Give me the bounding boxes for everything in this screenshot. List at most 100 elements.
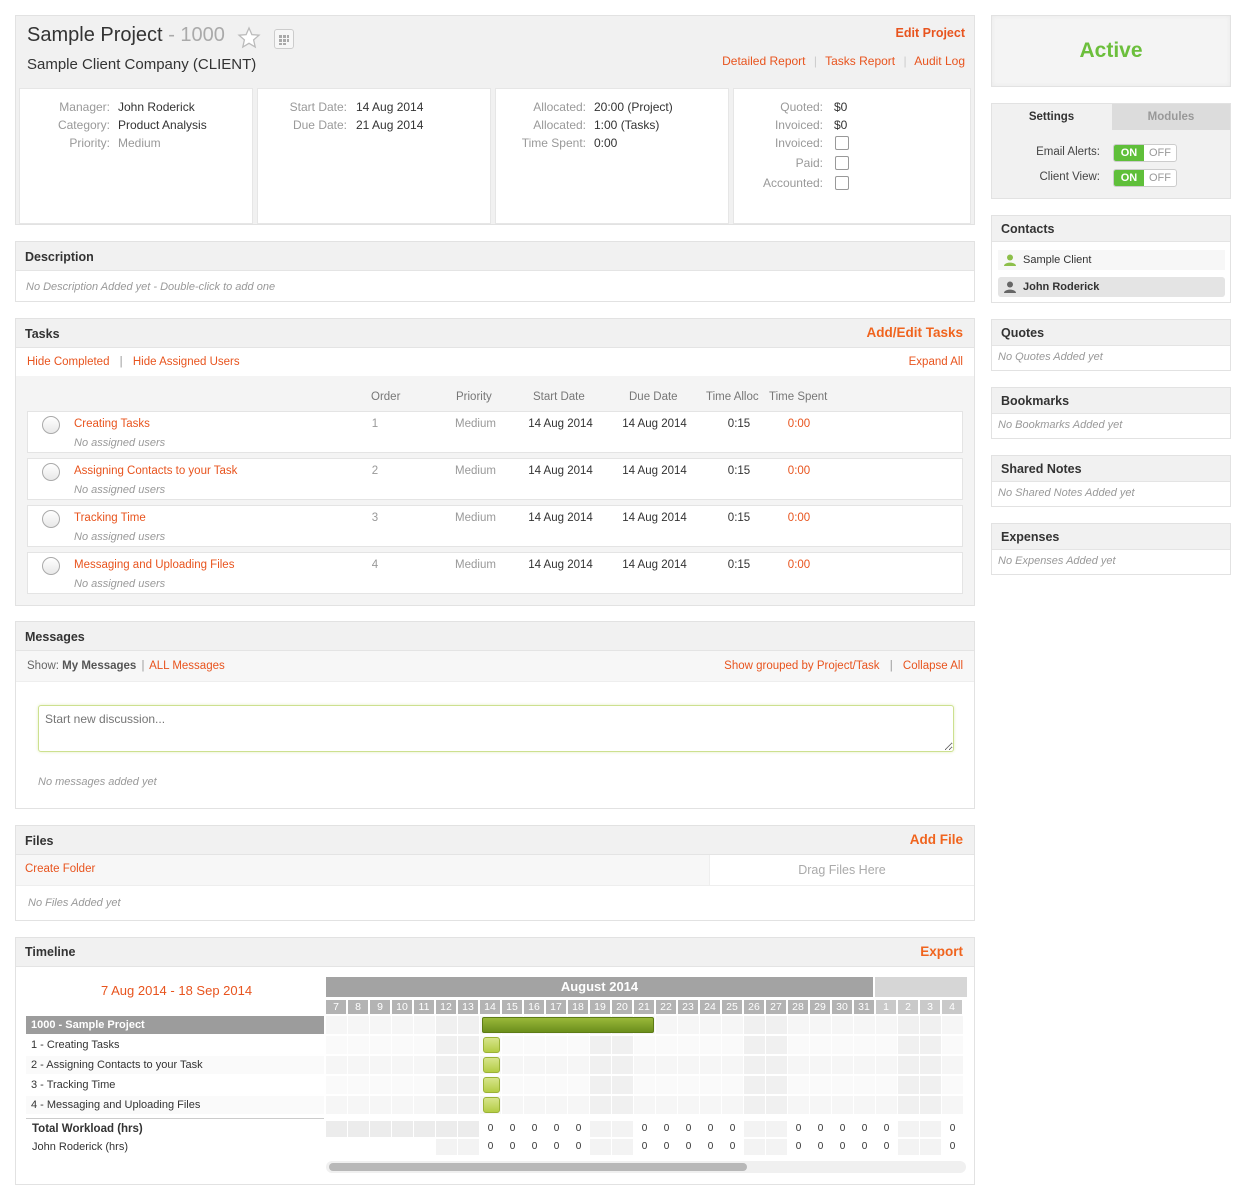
expenses-panel: Expenses No Expenses Added yet: [991, 523, 1231, 575]
gantt-day-header: 21: [634, 1000, 654, 1014]
my-messages-filter[interactable]: My Messages: [62, 660, 136, 672]
file-drop-zone[interactable]: Drag Files Here: [709, 855, 974, 885]
gantt-cell: [326, 1036, 347, 1054]
gantt-scrollbar[interactable]: [326, 1161, 966, 1173]
gantt-chart: August 2014 7 8 9 10 11 12 13 14 15 16 17 18 19 20 21 2…: [16, 938, 974, 1184]
hide-completed-link[interactable]: Hide Completed: [27, 356, 109, 368]
all-messages-filter[interactable]: ALL Messages: [149, 660, 225, 672]
paid-checkbox[interactable]: [835, 156, 849, 170]
contact-item[interactable]: John Roderick: [998, 277, 1225, 297]
gantt-cell: [898, 1016, 919, 1034]
workload-cell: [348, 1121, 369, 1137]
gantt-cell: [568, 1036, 589, 1054]
gantt-cell: [414, 1096, 435, 1114]
gantt-day-header: 28: [788, 1000, 808, 1014]
gantt-cell: [612, 1056, 633, 1074]
workload-cell: 0: [942, 1121, 963, 1137]
tab-settings[interactable]: Settings: [992, 104, 1111, 130]
gantt-task-bar[interactable]: [483, 1037, 500, 1053]
description-empty[interactable]: No Description Added yet - Double-click …: [26, 281, 275, 293]
gantt-day-header: 2: [898, 1000, 918, 1014]
description-panel: Description No Description Added yet - D…: [15, 241, 975, 302]
task-time-spent[interactable]: 0:00: [784, 512, 814, 524]
calendar-icon[interactable]: [274, 29, 294, 49]
task-time-spent[interactable]: 0:00: [784, 559, 814, 571]
audit-log-link[interactable]: Audit Log: [914, 54, 965, 68]
gantt-task-bar[interactable]: [483, 1057, 500, 1073]
task-row[interactable]: Creating Tasks No assigned users 1 Mediu…: [27, 411, 963, 453]
gantt-cell: [656, 1096, 677, 1114]
project-status[interactable]: Active: [992, 39, 1230, 63]
gantt-day-header: 7: [326, 1000, 346, 1014]
expand-all-link[interactable]: Expand All: [909, 356, 963, 368]
add-file-link[interactable]: Add File: [910, 832, 963, 847]
workload-cell: 0: [678, 1139, 699, 1155]
gantt-day-header: 24: [700, 1000, 720, 1014]
task-users: No assigned users: [74, 531, 166, 543]
user-workload-label: John Roderick (hrs): [32, 1141, 128, 1153]
task-time-spent[interactable]: 0:00: [784, 418, 814, 430]
accounted-checkbox[interactable]: [835, 176, 849, 190]
gantt-cell: [436, 1016, 457, 1034]
workload-cell: 0: [656, 1139, 677, 1155]
gantt-cell: [634, 1056, 655, 1074]
collapse-all-link[interactable]: Collapse All: [903, 660, 963, 672]
task-name[interactable]: Tracking Time: [74, 512, 146, 524]
gantt-cell: [524, 1056, 545, 1074]
gantt-cell: [766, 1016, 787, 1034]
add-edit-tasks-link[interactable]: Add/Edit Tasks: [866, 325, 963, 340]
gantt-project-bar[interactable]: [482, 1017, 654, 1033]
gantt-task-bar[interactable]: [483, 1097, 500, 1113]
task-name[interactable]: Messaging and Uploading Files: [74, 559, 234, 571]
workload-cell: 0: [722, 1121, 743, 1137]
gantt-cell: [612, 1096, 633, 1114]
workload-cell: [898, 1139, 919, 1155]
gantt-row-label: 3 - Tracking Time: [26, 1076, 324, 1094]
hide-assigned-users-link[interactable]: Hide Assigned Users: [133, 356, 240, 368]
gantt-cell: [458, 1076, 479, 1094]
edit-project-link[interactable]: Edit Project: [896, 26, 965, 40]
gantt-cell: [678, 1096, 699, 1114]
task-row[interactable]: Assigning Contacts to your Task No assig…: [27, 458, 963, 500]
create-folder-link[interactable]: Create Folder: [25, 863, 95, 875]
gantt-cell: [876, 1016, 897, 1034]
expenses-title: Expenses: [992, 524, 1230, 550]
task-row[interactable]: Messaging and Uploading Files No assigne…: [27, 552, 963, 594]
workload-cell: 0: [810, 1121, 831, 1137]
gantt-day-header: 15: [502, 1000, 522, 1014]
gantt-cell: [326, 1056, 347, 1074]
group-by-project-link[interactable]: Show grouped by Project/Task: [724, 660, 879, 672]
task-time-spent[interactable]: 0:00: [784, 465, 814, 477]
tasks-report-link[interactable]: Tasks Report: [825, 54, 895, 68]
email-alerts-toggle[interactable]: ON OFF: [1113, 144, 1177, 162]
task-name[interactable]: Creating Tasks: [74, 418, 150, 430]
tab-modules[interactable]: Modules: [1112, 104, 1230, 130]
gantt-day-header: 30: [832, 1000, 852, 1014]
client-view-label: Client View:: [1039, 171, 1100, 183]
workload-cell: [920, 1139, 941, 1155]
gantt-task-bar[interactable]: [483, 1077, 500, 1093]
gantt-cell: [524, 1036, 545, 1054]
workload-cell: 0: [876, 1139, 897, 1155]
client-view-toggle[interactable]: ON OFF: [1113, 169, 1177, 187]
detailed-report-link[interactable]: Detailed Report: [722, 54, 805, 68]
task-complete-radio[interactable]: [42, 557, 60, 575]
gantt-cell: [392, 1076, 413, 1094]
task-row[interactable]: Tracking Time No assigned users 3 Medium…: [27, 505, 963, 547]
task-name[interactable]: Assigning Contacts to your Task: [74, 465, 237, 477]
task-users: No assigned users: [74, 437, 166, 449]
contact-item[interactable]: Sample Client: [998, 250, 1225, 270]
workload-cell: [436, 1121, 457, 1137]
category-value: Product Analysis: [118, 118, 207, 132]
task-complete-radio[interactable]: [42, 463, 60, 481]
info-box-dates: Start Date: 14 Aug 2014 Due Date: 21 Aug 2…: [257, 88, 491, 224]
star-icon[interactable]: [237, 26, 261, 50]
task-complete-radio[interactable]: [42, 416, 60, 434]
new-discussion-input[interactable]: [38, 705, 954, 752]
gantt-cell: [942, 1076, 963, 1094]
col-start-date: Start Date: [533, 391, 585, 403]
invoiced-checkbox[interactable]: [835, 136, 849, 150]
task-complete-radio[interactable]: [42, 510, 60, 528]
gantt-day-header: 20: [612, 1000, 632, 1014]
gantt-scrollbar-thumb[interactable]: [329, 1163, 747, 1171]
